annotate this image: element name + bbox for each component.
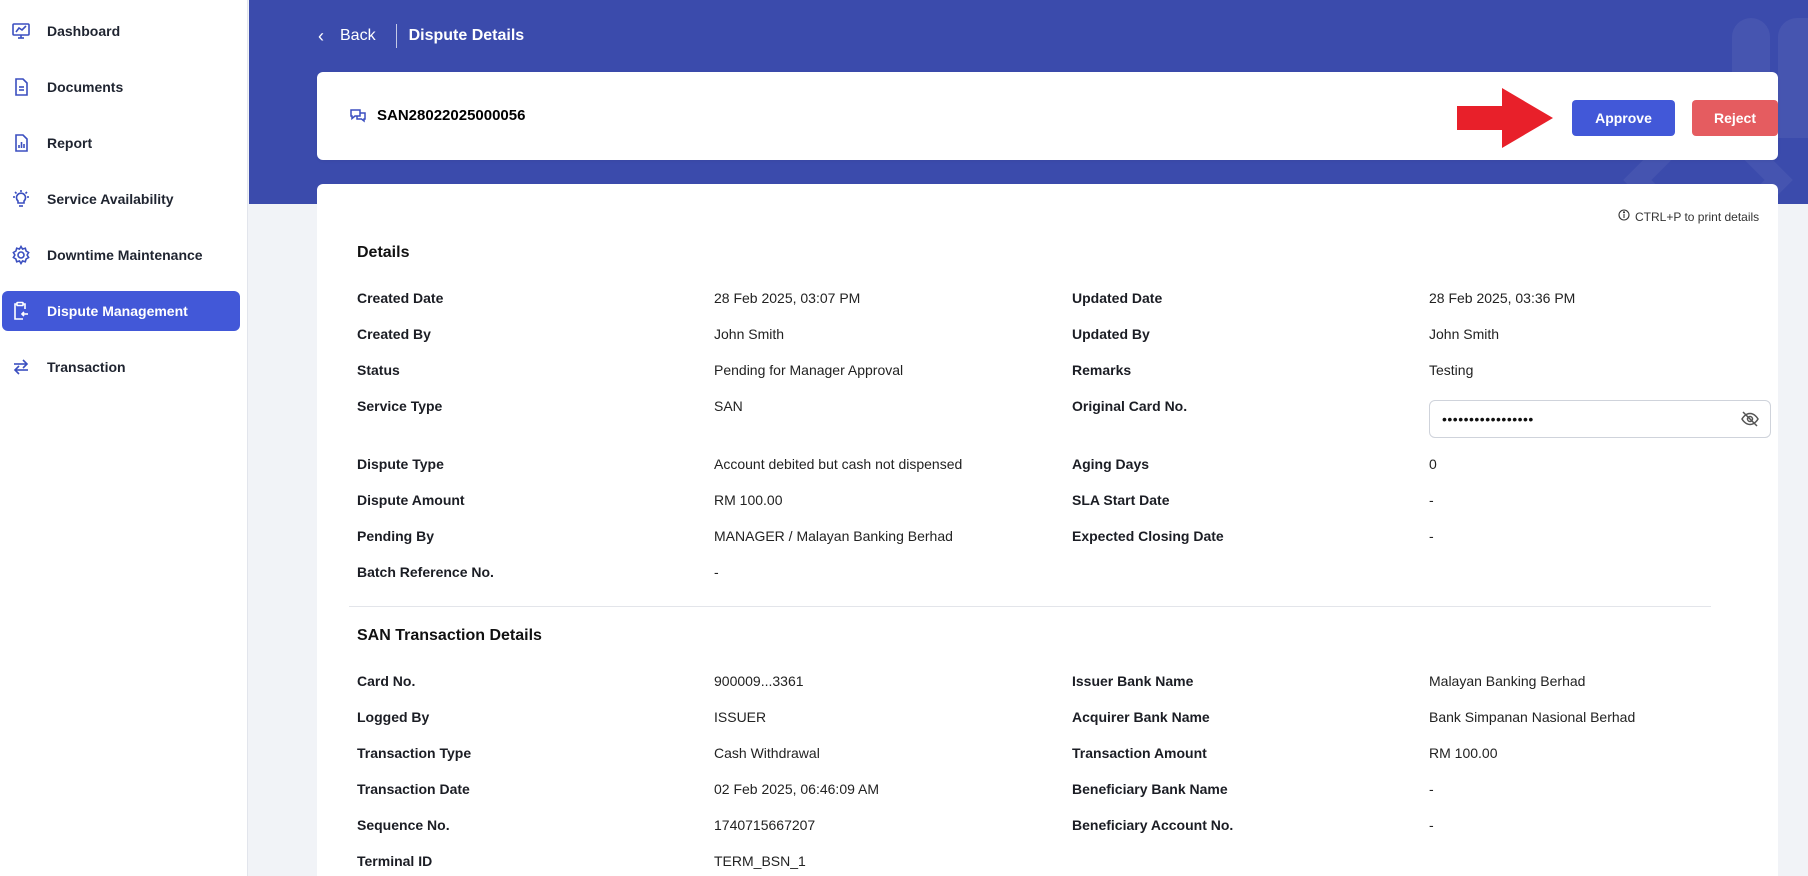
sidebar-item-service-availability[interactable]: Service Availability bbox=[2, 179, 240, 219]
terminal-id-value: TERM_BSN_1 bbox=[714, 853, 806, 869]
dispute-type-value: Account debited but cash not dispensed bbox=[714, 456, 963, 472]
acquirer-bank-label: Acquirer Bank Name bbox=[1072, 709, 1210, 725]
reject-button[interactable]: Reject bbox=[1692, 100, 1778, 136]
sidebar: Dashboard Documents Report Service Avail… bbox=[0, 0, 248, 876]
sidebar-item-label: Service Availability bbox=[47, 191, 174, 207]
beneficiary-account-label: Beneficiary Account No. bbox=[1072, 817, 1234, 833]
original-card-field: ••••••••••••••••• bbox=[1429, 400, 1771, 438]
beneficiary-bank-value: - bbox=[1429, 781, 1434, 797]
dispute-details-card: CTRL+P to print details Details Created … bbox=[317, 184, 1778, 876]
beneficiary-bank-label: Beneficiary Bank Name bbox=[1072, 781, 1228, 797]
card-no-value: 900009...3361 bbox=[714, 673, 804, 689]
dispute-type-label: Dispute Type bbox=[357, 456, 444, 472]
report-icon bbox=[10, 132, 32, 154]
issuer-bank-label: Issuer Bank Name bbox=[1072, 673, 1194, 689]
logged-by-value: ISSUER bbox=[714, 709, 767, 725]
sidebar-item-dashboard[interactable]: Dashboard bbox=[2, 11, 240, 51]
sidebar-item-report[interactable]: Report bbox=[2, 123, 240, 163]
dispute-amount-value: RM 100.00 bbox=[714, 492, 783, 508]
print-hint: CTRL+P to print details bbox=[1618, 209, 1778, 224]
service-type-label: Service Type bbox=[357, 398, 443, 414]
sidebar-item-documents[interactable]: Documents bbox=[2, 67, 240, 107]
sidebar-item-label: Transaction bbox=[47, 359, 126, 375]
service-type-value: SAN bbox=[714, 398, 743, 414]
aging-days-label: Aging Days bbox=[1072, 456, 1150, 472]
document-icon bbox=[10, 76, 32, 98]
logged-by-label: Logged By bbox=[357, 709, 430, 725]
created-by-label: Created By bbox=[357, 326, 431, 342]
updated-date-label: Updated Date bbox=[1072, 290, 1163, 306]
txn-amount-value: RM 100.00 bbox=[1429, 745, 1498, 761]
remarks-value: Testing bbox=[1429, 362, 1474, 378]
acquirer-bank-value: Bank Simpanan Nasional Berhad bbox=[1429, 709, 1636, 725]
batch-ref-value: - bbox=[714, 564, 719, 580]
lightbulb-icon bbox=[10, 188, 32, 210]
back-button[interactable]: ‹ Back bbox=[318, 27, 376, 45]
clipboard-icon bbox=[10, 300, 32, 322]
created-date-value: 28 Feb 2025, 03:07 PM bbox=[714, 290, 861, 306]
pending-by-value: MANAGER / Malayan Banking Berhad bbox=[714, 528, 953, 544]
expected-closing-value: - bbox=[1429, 528, 1434, 544]
created-date-label: Created Date bbox=[357, 290, 444, 306]
info-icon bbox=[1618, 209, 1630, 224]
beneficiary-account-value: - bbox=[1429, 817, 1434, 833]
dispute-header-card: SAN28022025000056 Approve Reject bbox=[317, 72, 1778, 160]
transaction-section-title: SAN Transaction Details bbox=[357, 627, 542, 644]
status-value: Pending for Manager Approval bbox=[714, 362, 904, 378]
print-hint-text: CTRL+P to print details bbox=[1635, 209, 1760, 224]
dispute-amount-label: Dispute Amount bbox=[357, 492, 465, 508]
section-divider bbox=[349, 606, 1711, 607]
annotation-arrow-icon bbox=[1457, 88, 1553, 148]
updated-by-value: John Smith bbox=[1429, 326, 1500, 342]
txn-date-label: Transaction Date bbox=[357, 781, 470, 797]
issuer-bank-value: Malayan Banking Berhad bbox=[1429, 673, 1586, 689]
original-card-label: Original Card No. bbox=[1072, 398, 1188, 414]
gear-icon bbox=[10, 244, 32, 266]
chevron-left-icon: ‹ bbox=[318, 26, 324, 46]
txn-amount-label: Transaction Amount bbox=[1072, 745, 1207, 761]
dispute-reference-no: SAN28022025000056 bbox=[377, 107, 526, 124]
banner-decoration bbox=[1778, 18, 1808, 138]
sequence-no-value: 1740715667207 bbox=[714, 817, 816, 833]
breadcrumb: ‹ Back Dispute Details bbox=[318, 22, 524, 50]
chart-line-icon bbox=[10, 20, 32, 42]
chat-icon bbox=[349, 107, 367, 130]
sidebar-item-dispute-management[interactable]: Dispute Management bbox=[2, 291, 240, 331]
aging-days-value: 0 bbox=[1429, 456, 1437, 472]
batch-ref-label: Batch Reference No. bbox=[357, 564, 494, 580]
expected-closing-label: Expected Closing Date bbox=[1072, 528, 1224, 544]
sidebar-item-transaction[interactable]: Transaction bbox=[2, 347, 240, 387]
sla-start-value: - bbox=[1429, 492, 1434, 508]
remarks-label: Remarks bbox=[1072, 362, 1132, 378]
breadcrumb-separator bbox=[395, 24, 397, 48]
eye-off-icon[interactable] bbox=[1740, 409, 1760, 429]
status-label: Status bbox=[357, 362, 400, 378]
created-by-value: John Smith bbox=[714, 326, 785, 342]
sidebar-item-label: Report bbox=[47, 135, 93, 151]
approve-button[interactable]: Approve bbox=[1572, 100, 1675, 136]
txn-type-value: Cash Withdrawal bbox=[714, 745, 820, 761]
updated-by-label: Updated By bbox=[1072, 326, 1150, 342]
sla-start-label: SLA Start Date bbox=[1072, 492, 1170, 508]
sidebar-item-label: Documents bbox=[47, 79, 124, 95]
updated-date-value: 28 Feb 2025, 03:36 PM bbox=[1429, 290, 1576, 306]
txn-date-value: 02 Feb 2025, 06:46:09 AM bbox=[714, 781, 880, 797]
swap-icon bbox=[10, 356, 32, 378]
back-label: Back bbox=[340, 27, 376, 44]
sidebar-item-downtime-maintenance[interactable]: Downtime Maintenance bbox=[2, 235, 240, 275]
sequence-no-label: Sequence No. bbox=[357, 817, 450, 833]
original-card-masked-value: ••••••••••••••••• bbox=[1442, 411, 1534, 427]
details-section-title: Details bbox=[357, 244, 410, 261]
txn-type-label: Transaction Type bbox=[357, 745, 472, 761]
sidebar-item-label: Dashboard bbox=[47, 23, 121, 39]
terminal-id-label: Terminal ID bbox=[357, 853, 433, 869]
pending-by-label: Pending By bbox=[357, 528, 435, 544]
card-no-label: Card No. bbox=[357, 673, 416, 689]
page-title: Dispute Details bbox=[408, 27, 525, 44]
sidebar-item-label: Dispute Management bbox=[47, 303, 188, 319]
sidebar-item-label: Downtime Maintenance bbox=[47, 247, 203, 263]
